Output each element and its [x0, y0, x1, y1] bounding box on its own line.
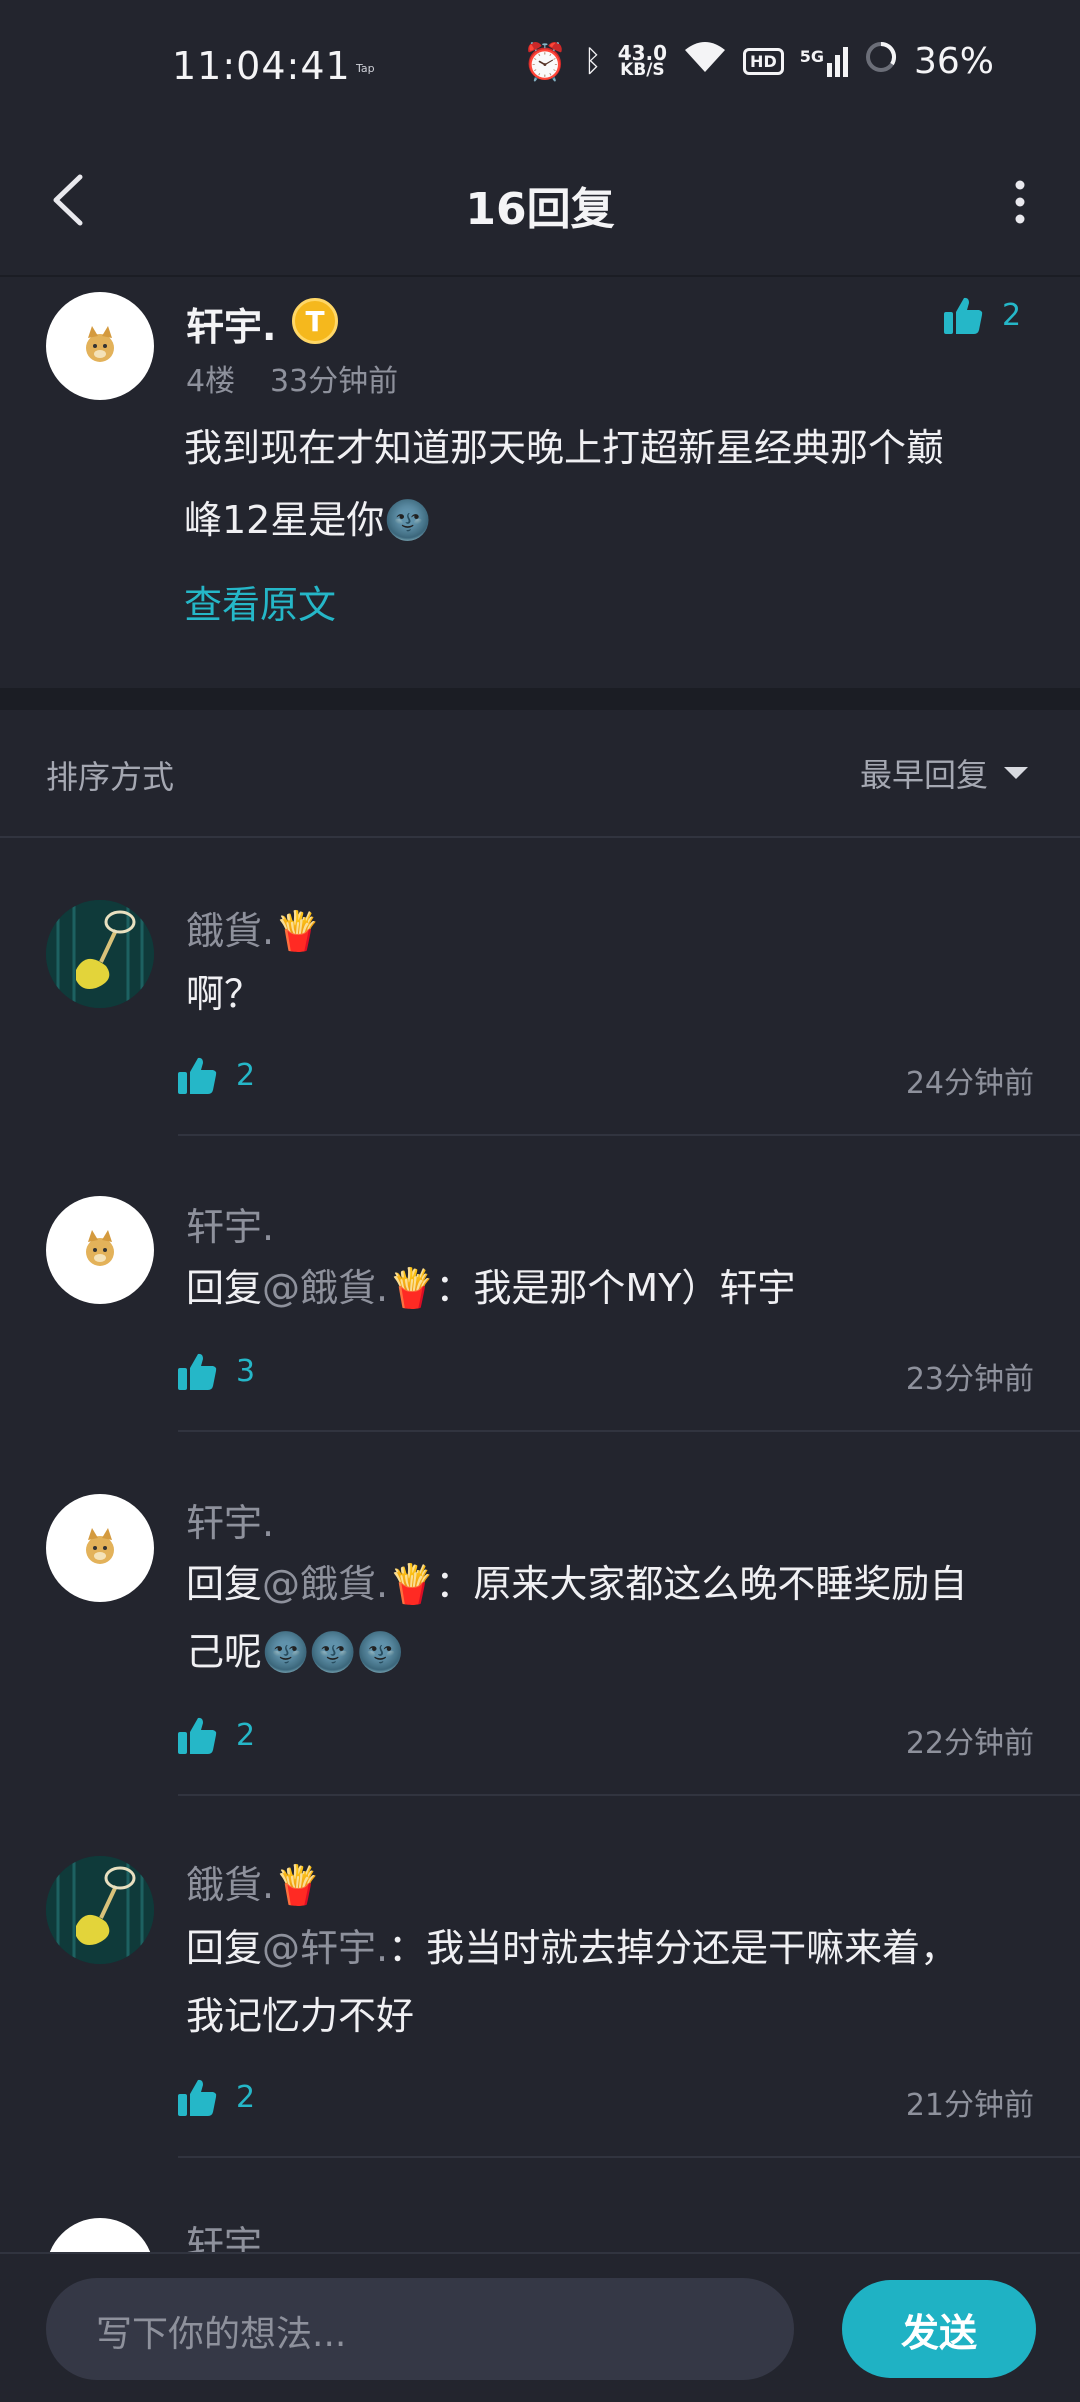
comment-reply-text: ：我是那个MY）轩宇 [435, 1266, 796, 1310]
sort-value: 最早回复 [859, 756, 988, 794]
comment-avatar[interactable] [46, 900, 154, 1008]
send-button[interactable]: 发送 [842, 2280, 1036, 2378]
bluetooth-icon: ᛒ [583, 44, 602, 79]
comment-author[interactable]: 餓貨.🍟 [186, 900, 321, 955]
post-time: 33分钟前 [270, 364, 399, 399]
comment-reply-prefix: 回复 [186, 1266, 263, 1310]
signal-label: 5G [799, 46, 824, 66]
level-badge-icon: T [292, 298, 338, 344]
network-speed-value: 43.0 [617, 40, 668, 65]
doge-avatar-icon [86, 1528, 114, 1564]
thumbs-up-icon [178, 1353, 217, 1390]
bug-net-avatar-icon [46, 900, 154, 1008]
post-author-avatar[interactable] [46, 292, 154, 400]
network-speed-unit: KB/S [620, 59, 665, 80]
comment-time: 21分钟前 [905, 2088, 1034, 2123]
thumbs-up-icon [178, 1717, 217, 1754]
doge-avatar-icon [86, 1230, 114, 1266]
comment-text-line-1: 回复@餓貨.🍟：原来大家都这么晚不睡奖励自 [186, 1550, 1046, 1618]
section-divider [0, 688, 1080, 710]
comment-time: 24分钟前 [905, 1066, 1034, 1101]
nav-bar: 16回复 [0, 135, 1080, 277]
comment-input[interactable]: 写下你的想法... [46, 2278, 794, 2380]
comment-text-line-1: 回复@轩宇.：我当时就去掉分还是干嘛来着， [186, 1914, 1046, 1982]
post-like-count: 2 [1002, 297, 1022, 333]
comment-author[interactable]: 轩宇. [186, 1196, 274, 1251]
status-tap-indicator: Tap [356, 62, 375, 75]
doge-avatar-icon [86, 326, 114, 362]
thumbs-up-icon [178, 2079, 217, 2116]
comment-like-count: 3 [236, 1353, 256, 1389]
thumbs-up-icon [178, 1057, 217, 1094]
status-bar: 11:04:41 Tap ⏰ ᛒ 43.0 KB/S HD 5G 36% [0, 0, 1080, 135]
comment-divider [178, 1794, 1080, 1796]
alarm-icon: ⏰ [522, 41, 568, 83]
battery-percent: 36% [913, 41, 994, 82]
comment-like-button[interactable]: 2 [176, 1714, 255, 1756]
comment-input-placeholder: 写下你的想法... [96, 2314, 347, 2355]
comment-avatar[interactable] [46, 1196, 154, 1304]
comment-divider [178, 1430, 1080, 1432]
comment-text: 回复@餓貨.🍟：原来大家都这么晚不睡奖励自 己呢🌚🌚🌚 [186, 1550, 1046, 1686]
comment-like-button[interactable]: 2 [176, 2076, 255, 2118]
sort-divider [0, 836, 1080, 838]
caret-down-icon [1004, 767, 1028, 779]
status-time: 11:04:41 [172, 44, 351, 88]
post-body-line-2: 峰12星是你🌚 [184, 498, 432, 542]
comment-text: 啊？ [186, 972, 263, 1016]
comment-author[interactable]: 轩宇. [186, 1492, 274, 1547]
post-like-button[interactable]: 2 [942, 294, 1021, 336]
comment-like-button[interactable]: 2 [176, 1054, 255, 1096]
comment-avatar[interactable] [46, 1494, 154, 1602]
comment-text: 回复@轩宇.：我当时就去掉分还是干嘛来着， 我记忆力不好 [186, 1914, 1046, 2050]
more-options-button[interactable] [1000, 167, 1040, 237]
thumbs-up-icon [944, 297, 983, 334]
comment-like-count: 2 [236, 1717, 256, 1753]
comment-divider [178, 1134, 1080, 1136]
more-vertical-icon [1015, 180, 1025, 224]
bug-net-avatar-icon [46, 1856, 154, 1964]
comment-time: 23分钟前 [905, 1362, 1034, 1397]
comment-text-line-2: 己呢🌚🌚🌚 [186, 1630, 404, 1674]
comment-avatar[interactable] [46, 1856, 154, 1964]
battery-icon [864, 40, 898, 83]
signal-icon: 5G [799, 46, 848, 77]
comment-author[interactable]: 餓貨.🍟 [186, 1854, 321, 1909]
comment-text: 回复@餓貨.🍟：我是那个MY）轩宇 [186, 1254, 1046, 1322]
comment-like-count: 2 [236, 2079, 256, 2115]
comment-mention[interactable]: @餓貨.🍟 [262, 1562, 435, 1606]
comment-reply-prefix: 回复 [186, 1926, 263, 1970]
comment-composer: 写下你的想法... 发送 [0, 2252, 1080, 2402]
view-original-link[interactable]: 查看原文 [184, 574, 336, 629]
comment-reply-prefix: 回复 [186, 1562, 263, 1606]
comment-reply-text: ：我当时就去掉分还是干嘛来着， [388, 1926, 959, 1970]
hd-icon: HD [743, 48, 784, 75]
post-body: 我到现在才知道那天晚上打超新星经典那个巅 峰12星是你🌚 [184, 412, 1044, 556]
comment-time: 22分钟前 [905, 1726, 1034, 1761]
comment-like-count: 2 [236, 1057, 256, 1093]
page-title: 16回复 [465, 184, 615, 235]
comment-mention[interactable]: @餓貨.🍟 [262, 1266, 435, 1310]
wifi-icon [683, 40, 727, 83]
comment-mention[interactable]: @轩宇. [262, 1926, 388, 1970]
comment-like-button[interactable]: 3 [176, 1350, 255, 1392]
sort-dropdown[interactable]: 最早回复 [860, 750, 1030, 796]
comment-text-line-2: 我记忆力不好 [186, 1994, 415, 2038]
level-badge-label: T [305, 304, 325, 338]
status-icons: ⏰ ᛒ 43.0 KB/S HD 5G 36% [523, 40, 994, 83]
network-speed: 43.0 KB/S [617, 40, 668, 80]
post-author-name[interactable]: 轩宇. [186, 296, 276, 351]
sort-label: 排序方式 [46, 758, 175, 796]
post-body-line-1: 我到现在才知道那天晚上打超新星经典那个巅 [184, 426, 945, 470]
comment-divider [178, 2156, 1080, 2158]
comment-reply-text: ：原来大家都这么晚不睡奖励自 [435, 1562, 968, 1606]
post-floor: 4楼 [186, 364, 236, 399]
